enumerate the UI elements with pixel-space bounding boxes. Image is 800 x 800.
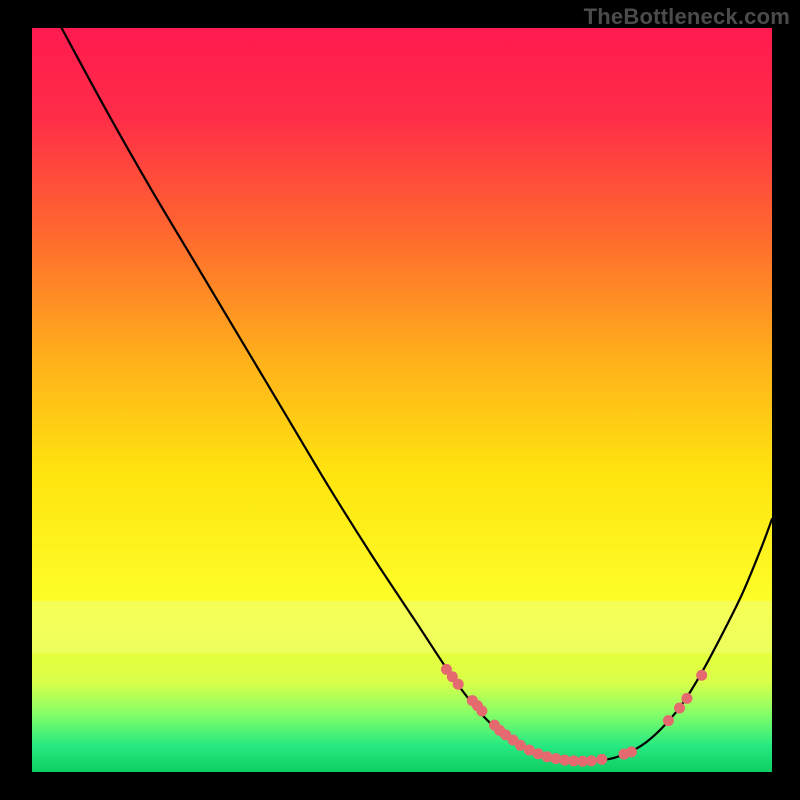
highlight-point xyxy=(626,746,637,757)
plot-area xyxy=(32,28,772,772)
watermark-text: TheBottleneck.com xyxy=(584,4,790,30)
highlight-point xyxy=(586,755,597,766)
highlight-point xyxy=(453,679,464,690)
yellow-band xyxy=(32,601,772,653)
highlight-point xyxy=(696,670,707,681)
highlight-point xyxy=(596,754,607,765)
highlight-point xyxy=(681,693,692,704)
chart-svg xyxy=(32,28,772,772)
highlight-point xyxy=(476,705,487,716)
gradient-background xyxy=(32,28,772,772)
highlight-point xyxy=(663,715,674,726)
app-frame: TheBottleneck.com xyxy=(0,0,800,800)
highlight-point xyxy=(674,703,685,714)
